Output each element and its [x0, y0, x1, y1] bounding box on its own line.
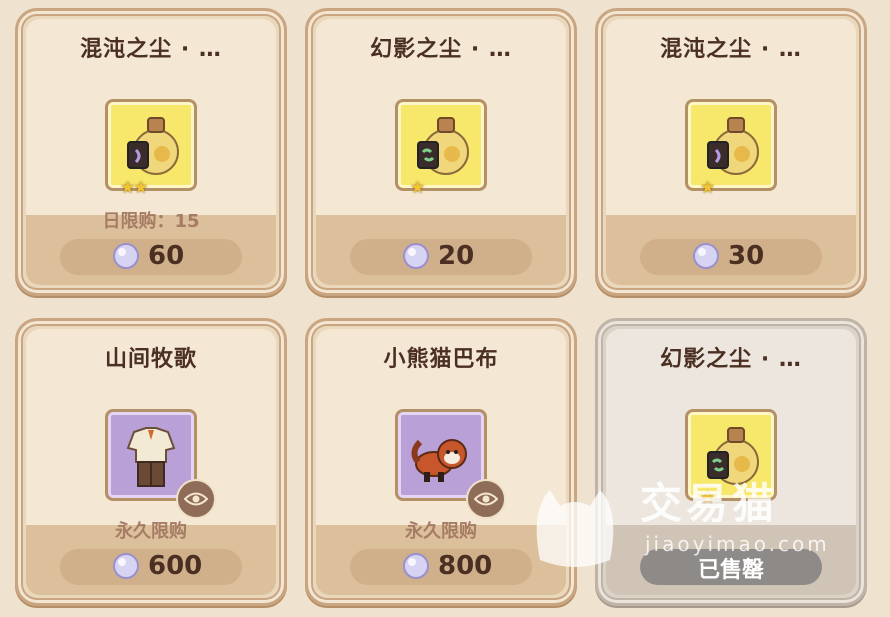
potion-phantom-icon: [417, 117, 469, 175]
gem-icon: [113, 553, 139, 579]
price-button[interactable]: 60: [60, 239, 242, 275]
eye-icon: [474, 492, 498, 506]
price-button[interactable]: 600: [60, 549, 242, 585]
rarity-stars: ★: [700, 488, 715, 508]
shop-item-card[interactable]: 混沌之尘 · … ★★ 日限购：15 60: [15, 8, 287, 296]
red-panda-icon: [411, 439, 467, 482]
item-title: 小熊猫巴布: [383, 347, 499, 372]
price-value: 30: [728, 241, 765, 271]
price-value: 60: [148, 241, 185, 271]
sold-out-label: 已售罄: [697, 558, 764, 583]
shop-item-card-sold-out: 幻影之尘 · … ★ 已售罄: [595, 318, 867, 606]
price-button[interactable]: 30: [640, 239, 822, 275]
potion-chaos-icon: [127, 117, 179, 175]
preview-button[interactable]: [466, 479, 506, 519]
gem-icon: [113, 243, 139, 269]
item-title: 幻影之尘 · …: [660, 347, 802, 372]
price-value: 800: [438, 551, 493, 581]
item-icon-frame: ★: [685, 409, 777, 508]
rarity-stars: ★: [410, 178, 425, 198]
purchase-limit: 永久限购: [115, 521, 187, 542]
gem-icon: [403, 553, 429, 579]
item-title: 混沌之尘 · …: [80, 37, 222, 62]
shop-item-card[interactable]: 混沌之尘 · … ★ 30: [595, 8, 867, 296]
sold-out-badge: 已售罄: [640, 549, 822, 585]
item-icon-frame[interactable]: ★: [395, 99, 487, 198]
item-title: 混沌之尘 · …: [660, 37, 802, 62]
shop-item-card[interactable]: 山间牧歌 永久限购 600: [15, 318, 287, 606]
rarity-stars: ★: [700, 178, 715, 198]
gem-icon: [693, 243, 719, 269]
price-button[interactable]: 20: [350, 239, 532, 275]
potion-phantom-icon: [707, 427, 759, 485]
price-button[interactable]: 800: [350, 549, 532, 585]
gem-icon: [403, 243, 429, 269]
outfit-icon: [126, 427, 176, 487]
eye-icon: [184, 492, 208, 506]
purchase-limit: 永久限购: [405, 521, 477, 542]
potion-chaos-icon: [707, 117, 759, 175]
shop-item-card[interactable]: 小熊猫巴布 永久限购 800: [305, 318, 577, 606]
purchase-limit: 日限购：15: [102, 211, 200, 232]
preview-button[interactable]: [176, 479, 216, 519]
item-icon-frame[interactable]: ★★: [105, 99, 197, 198]
price-value: 600: [148, 551, 203, 581]
item-title: 山间牧歌: [104, 347, 197, 372]
rarity-stars: ★★: [120, 178, 149, 198]
shop-item-card[interactable]: 幻影之尘 · … ★ 20: [305, 8, 577, 296]
item-icon-frame[interactable]: ★: [685, 99, 777, 198]
price-value: 20: [438, 241, 475, 271]
item-title: 幻影之尘 · …: [370, 37, 512, 62]
